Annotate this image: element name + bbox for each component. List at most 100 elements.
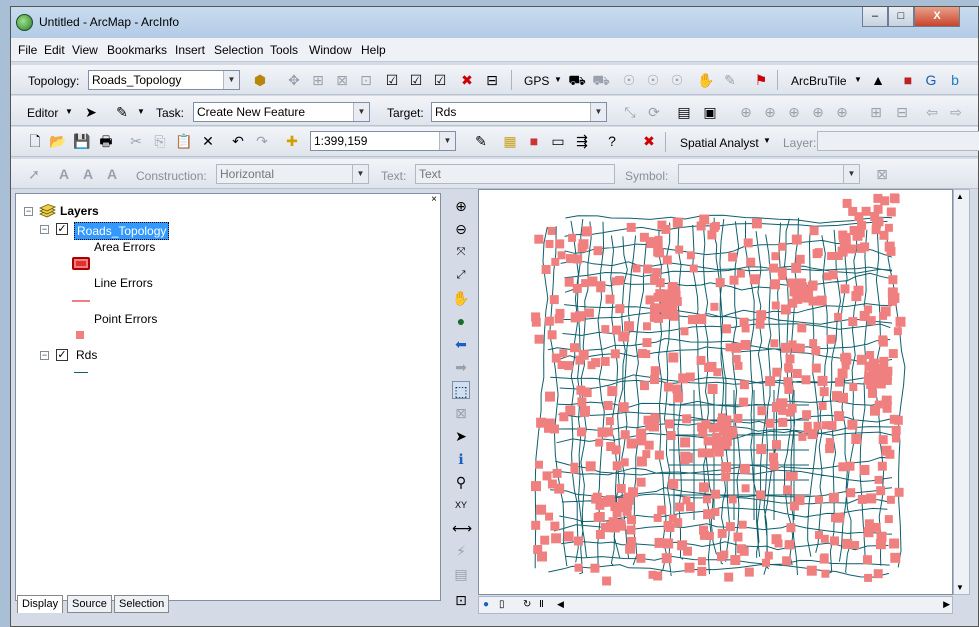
map-topology-icon[interactable]: ⬢ (251, 71, 269, 89)
cut-icon[interactable]: ✂ (127, 132, 145, 150)
road-line-symbol[interactable] (74, 372, 88, 373)
horizontal-annotation-icon[interactable]: A (55, 165, 73, 183)
collapse-toggle[interactable]: − (24, 207, 33, 216)
menu-bookmarks[interactable]: Bookmarks (107, 43, 167, 57)
fix-topology-error-icon[interactable]: ✖ (458, 71, 476, 89)
scroll-down-icon[interactable]: ▼ (956, 583, 964, 592)
scroll-left-icon[interactable]: ◀ (557, 599, 564, 610)
undo-icon[interactable]: ↶ (229, 132, 247, 150)
collapse-toggle[interactable]: − (40, 351, 49, 360)
data-frame-layers[interactable]: Layers (60, 204, 99, 218)
layer-select[interactable] (817, 131, 979, 151)
show-shared-features-icon[interactable]: ⊞ (309, 71, 327, 89)
construction-select[interactable]: Horizontal ▼ (216, 164, 369, 184)
pan-icon[interactable]: ✋ (452, 289, 470, 307)
curved-annotation-icon[interactable]: A (79, 165, 97, 183)
tracking-off-icon[interactable]: ☉ (644, 71, 662, 89)
flag-icon[interactable]: ⚑ (752, 71, 770, 89)
gps-position-icon[interactable]: ⛟ (568, 71, 586, 89)
measure-icon[interactable]: ⟷ (452, 519, 472, 537)
validate-topology-extent-icon[interactable]: ☑ (407, 71, 425, 89)
chevron-down-icon[interactable]: ▼ (60, 103, 78, 121)
georeferencing-icon[interactable]: ⊕ (737, 103, 755, 121)
layout-pan-icon[interactable]: ⊟ (893, 103, 911, 121)
menu-edit[interactable]: Edit (44, 43, 65, 57)
tile-service-icon[interactable]: ■ (899, 71, 917, 89)
layer-rds[interactable]: Rds (76, 348, 97, 362)
delete-icon[interactable]: ✕ (199, 132, 217, 150)
line-error-symbol[interactable] (72, 300, 90, 302)
split-tool-icon[interactable]: ⤡ (621, 103, 639, 121)
layer-visibility-checkbox[interactable]: ✓ (56, 349, 68, 361)
arccatalog-icon[interactable]: ▦ (501, 132, 519, 150)
georef-link-icon[interactable]: ⊕ (785, 103, 803, 121)
layer-visibility-checkbox[interactable]: ✓ (56, 223, 68, 235)
add-data-icon[interactable]: ✚ (283, 132, 301, 150)
maximize-button[interactable]: □ (888, 7, 914, 27)
point-error-symbol[interactable] (76, 331, 84, 339)
html-popup-icon[interactable]: ▤ (452, 565, 470, 583)
layout-back-icon[interactable]: ⇦ (923, 103, 941, 121)
model-builder-icon[interactable]: ⇶ (573, 132, 591, 150)
topology-edit-icon[interactable]: ✥ (285, 71, 303, 89)
identify-icon[interactable]: ℹ (452, 450, 470, 468)
tracking-pause-icon[interactable]: ☉ (668, 71, 686, 89)
tab-selection[interactable]: Selection (114, 595, 170, 613)
open-folder-icon[interactable]: 📂 (49, 132, 67, 150)
refresh-icon[interactable]: ↻ (523, 599, 531, 610)
topology-edit-tool-icon[interactable]: ⊠ (333, 71, 351, 89)
arctoolbox-icon[interactable]: ■ (525, 132, 543, 150)
rotate-tool-icon[interactable]: ⟳ (645, 103, 663, 121)
go-to-xy-icon[interactable]: XY (452, 496, 470, 514)
map-canvas[interactable] (479, 190, 952, 594)
paste-icon[interactable]: 📋 (175, 132, 193, 150)
sketch-tool-icon[interactable]: ✎ (113, 103, 131, 121)
menu-view[interactable]: View (72, 43, 98, 57)
chevron-down-icon[interactable]: ▼ (549, 71, 567, 89)
collapse-toggle[interactable]: − (40, 225, 49, 234)
scroll-right-icon[interactable]: ▶ (943, 599, 950, 610)
topology-select[interactable]: Roads_Topology ▼ (88, 70, 240, 90)
clear-selection-icon[interactable]: ⊠ (452, 404, 470, 422)
layout-view-icon[interactable]: ▯ (499, 599, 505, 610)
zoom-in-icon[interactable]: ⊕ (452, 197, 470, 215)
edit-annotation-icon[interactable]: ➚ (25, 165, 43, 183)
select-elements-icon[interactable]: ➤ (452, 427, 470, 445)
target-select[interactable]: Rds ▼ (431, 102, 607, 122)
validate-topology-area-icon[interactable]: ☑ (383, 71, 401, 89)
menu-tools[interactable]: Tools (270, 43, 298, 57)
hand-icon[interactable]: ✋ (697, 71, 715, 89)
tab-display[interactable]: Display (17, 595, 64, 613)
minimize-button[interactable]: – (862, 7, 888, 27)
command-line-icon[interactable]: ▭ (549, 132, 567, 150)
map-scale-select[interactable]: 1:399,159 ▼ (310, 131, 456, 151)
close-icon[interactable]: × (428, 194, 440, 206)
symbol-select[interactable]: ▼ (678, 164, 860, 184)
new-document-icon[interactable]: 🗋 (26, 132, 44, 150)
save-icon[interactable]: 💾 (73, 132, 91, 150)
pen-icon[interactable]: ✎ (721, 71, 739, 89)
mountain-icon[interactable]: ▲ (869, 71, 887, 89)
editor-menu[interactable]: Editor (27, 106, 58, 120)
map-display[interactable] (478, 189, 953, 595)
chevron-down-icon[interactable]: ▼ (843, 165, 859, 183)
layout-zoom-icon[interactable]: ⊞ (867, 103, 885, 121)
gps-menu[interactable]: GPS (524, 74, 549, 88)
editor-toolbar-icon[interactable]: ✎ (472, 132, 490, 150)
pause-drawing-icon[interactable]: Ⅱ (539, 599, 544, 610)
map-vertical-scrollbar[interactable]: ▲ ▼ (953, 189, 970, 595)
menu-window[interactable]: Window (309, 43, 352, 57)
chevron-down-icon[interactable]: ▼ (353, 103, 369, 121)
redo-icon[interactable]: ↷ (253, 132, 271, 150)
menu-selection[interactable]: Selection (214, 43, 263, 57)
fixed-zoom-in-icon[interactable]: ⤧ (452, 243, 470, 261)
edit-tool-icon[interactable]: ➤ (82, 103, 100, 121)
gps-log-icon[interactable]: ⛟ (592, 71, 610, 89)
georef-add-icon[interactable]: ⊕ (761, 103, 779, 121)
georef-table-icon[interactable]: ⊕ (833, 103, 851, 121)
chevron-down-icon[interactable]: ▼ (223, 71, 239, 89)
chevron-down-icon[interactable]: ▼ (352, 165, 368, 183)
swipe-icon[interactable]: ⊡ (452, 591, 470, 609)
validate-entire-topology-icon[interactable]: ☑ (431, 71, 449, 89)
chevron-down-icon[interactable]: ▼ (758, 132, 776, 150)
